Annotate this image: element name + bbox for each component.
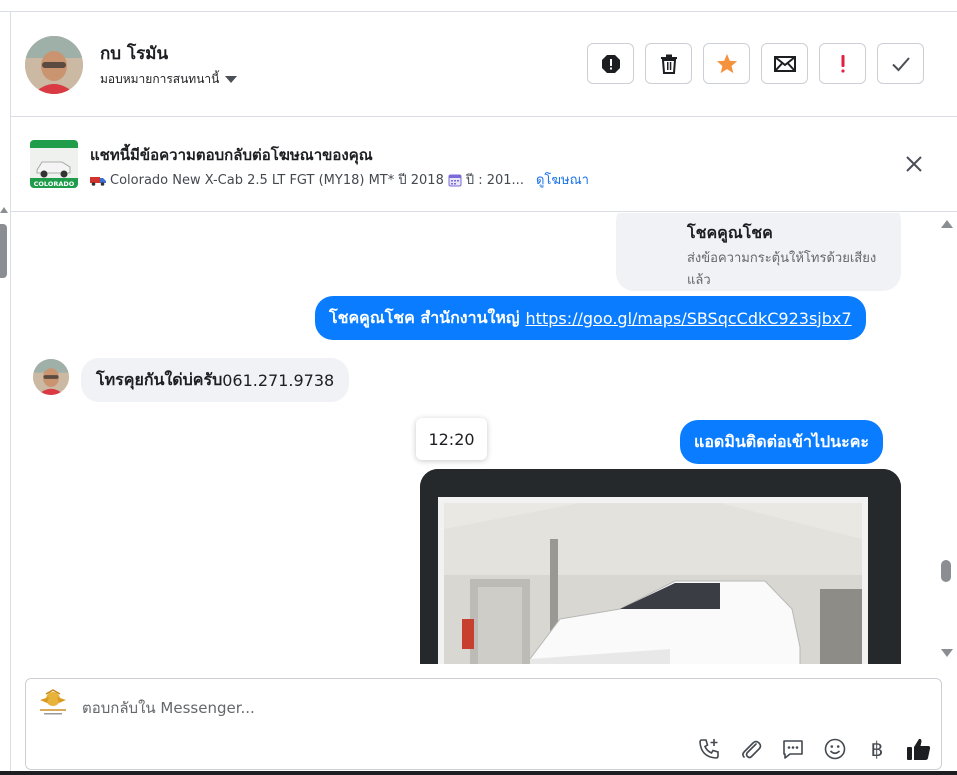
bottom-edge — [0, 771, 957, 775]
assign-conversation-dropdown[interactable]: มอบหมายการสนทนานี้ — [100, 70, 238, 89]
contact-avatar[interactable] — [25, 36, 83, 94]
thumbs-up-icon — [907, 738, 931, 760]
page-logo — [36, 688, 70, 716]
scrollbar-thumb[interactable] — [941, 560, 951, 582]
composer-tools: ฿ — [688, 734, 940, 764]
maps-link[interactable]: https://goo.gl/maps/SBSqcCdkC923sjbx7 — [526, 309, 852, 328]
close-icon — [906, 156, 922, 172]
star-button[interactable] — [703, 43, 750, 84]
scroll-down-arrow[interactable] — [941, 649, 953, 657]
ad-reply-title: แชทนี้มีข้อความตอบกลับต่อโฆษณาของคุณ — [90, 146, 373, 164]
incoming-message[interactable]: โทรคุยกันใด่บ่ครับ 061.271.9738 — [81, 358, 350, 402]
ad-reply-subtitle: Colorado New X-Cab 2.5 LT FGT (MY18) MT*… — [90, 169, 589, 190]
alert-octagon-icon — [601, 54, 620, 73]
message-text: โทรคุยกันใด่บ่ครับ — [96, 369, 223, 389]
follow-up-button[interactable] — [819, 43, 866, 84]
view-ad-link[interactable]: ดูโฆษณา — [536, 169, 589, 190]
call-prompt-description: ส่งข้อความกระตุ้นให้โทรด้วยเสียงแล้ว — [687, 251, 877, 288]
call-prompt-title: โชคคูณโชค — [687, 223, 773, 242]
call-button[interactable] — [688, 734, 730, 764]
calendar-icon — [448, 174, 462, 186]
sender-avatar[interactable] — [33, 359, 69, 395]
reply-input[interactable] — [82, 693, 672, 723]
baht-icon: ฿ — [870, 737, 884, 761]
outgoing-message[interactable]: แอดมินติดต่อเข้าไปนะคะ — [680, 420, 883, 464]
message-scrollbar[interactable] — [937, 213, 955, 664]
mark-done-button[interactable] — [877, 43, 924, 84]
contact-name: กบ โรมัน — [100, 44, 169, 64]
close-banner-button[interactable] — [904, 154, 924, 174]
message-composer: ฿ — [25, 678, 942, 770]
left-scrollbar-thumb[interactable] — [0, 224, 7, 278]
message-list[interactable]: โชคคูณโชค ส่งข้อความกระตุ้นให้โทรด้วยเสี… — [11, 213, 935, 664]
paperclip-icon — [742, 740, 762, 759]
check-icon — [891, 56, 910, 71]
ad-reply-banner: COLORADO แชทนี้มีข้อความตอบกลับต่อโฆษณาข… — [11, 118, 957, 212]
attach-button[interactable] — [730, 734, 772, 764]
spam-button[interactable] — [587, 43, 634, 84]
conversation-header: กบ โรมัน มอบหมายการสนทนานี้ — [11, 12, 957, 117]
exclamation-icon — [841, 54, 844, 72]
ad-thumbnail[interactable]: COLORADO — [30, 140, 78, 188]
delete-button[interactable] — [645, 43, 692, 84]
phone-number: 061.271.9738 — [222, 370, 335, 390]
header-actions — [587, 43, 924, 84]
assign-label: มอบหมายการสนทนานี้ — [100, 72, 220, 86]
ad-car-model: Colorado New X-Cab 2.5 LT FGT (MY18) MT*… — [110, 173, 444, 188]
star-icon — [716, 53, 737, 74]
envelope-icon — [773, 55, 796, 72]
emoji-button[interactable] — [814, 734, 856, 764]
ad-year-text: ปี : 201... — [465, 173, 524, 188]
left-scroll-up-arrow[interactable] — [0, 207, 8, 213]
ad-thumb-label: COLORADO — [34, 180, 75, 188]
phone-plus-icon — [699, 739, 719, 759]
image-attachment[interactable] — [420, 469, 901, 664]
scroll-up-arrow[interactable] — [941, 220, 953, 228]
outgoing-message[interactable]: โชคคูณโชค สำนักงานใหญ่ https://goo.gl/ma… — [315, 296, 866, 340]
message-text: แอดมินติดต่อเข้าไปนะคะ — [694, 431, 869, 451]
caret-down-icon — [225, 76, 238, 83]
trash-icon — [660, 54, 677, 74]
car-icon — [90, 176, 106, 186]
smiley-icon — [824, 738, 846, 760]
chat-bubble-icon — [783, 740, 803, 759]
like-button[interactable] — [898, 734, 940, 764]
message-timestamp-tooltip: 12:20 — [416, 418, 487, 460]
saved-replies-button[interactable] — [772, 734, 814, 764]
payment-button[interactable]: ฿ — [856, 734, 898, 764]
call-prompt-card: โชคคูณโชค ส่งข้อความกระตุ้นให้โทรด้วยเสี… — [616, 213, 901, 291]
top-strip — [0, 0, 957, 12]
message-text: โชคคูณโชค สำนักงานใหญ่ — [329, 307, 520, 327]
mark-unread-button[interactable] — [761, 43, 808, 84]
